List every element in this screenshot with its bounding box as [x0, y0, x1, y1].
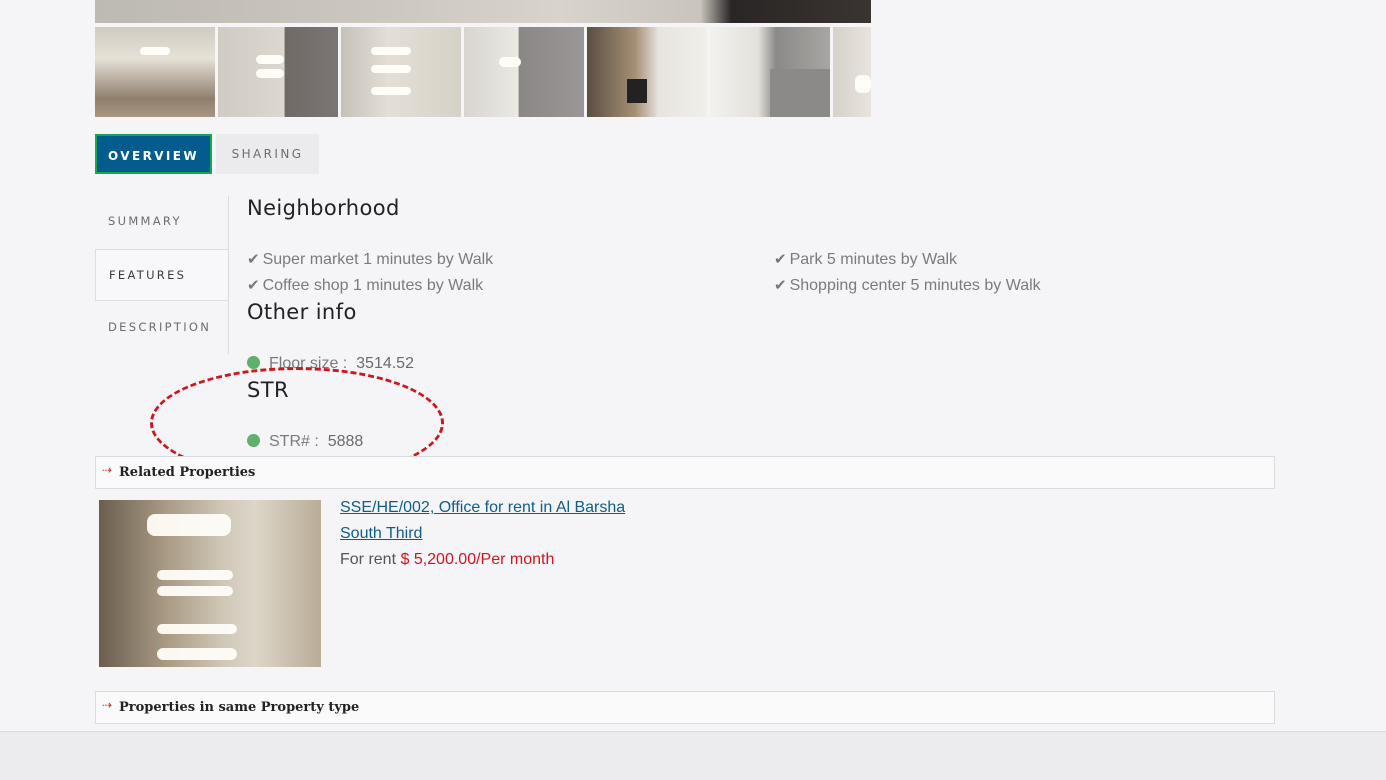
- gallery-thumbnail[interactable]: [341, 27, 461, 117]
- bullet-dot-icon: [247, 356, 260, 369]
- footer-strip: [0, 731, 1386, 780]
- related-properties-title: Related Properties: [119, 465, 256, 480]
- check-icon: ✔: [774, 251, 787, 268]
- side-tabs-divider: [228, 196, 229, 354]
- neighborhood-item-label: Super market 1 minutes by Walk: [262, 251, 494, 268]
- floor-size-row: Floor size : 3514.52: [247, 355, 414, 373]
- related-property-price-line: For rent $ 5,200.00/Per month: [340, 551, 554, 569]
- neighborhood-item: ✔ Shopping center 5 minutes by Walk: [774, 276, 1041, 295]
- thumbnail-strip: [95, 27, 871, 117]
- check-icon: ✔: [247, 277, 260, 294]
- str-row: STR# : 5888: [247, 433, 363, 451]
- neighborhood-item: ✔ Super market 1 minutes by Walk: [247, 250, 493, 269]
- related-property-link[interactable]: SSE/HE/002, Office for rent in Al Barsha: [340, 499, 625, 517]
- same-type-header[interactable]: ⇢ Properties in same Property type: [95, 691, 1275, 724]
- main-property-image: [95, 0, 871, 23]
- neighborhood-item-label: Shopping center 5 minutes by Walk: [789, 277, 1041, 294]
- side-tab-features[interactable]: FEATURES: [95, 249, 228, 301]
- gallery-thumbnail[interactable]: [587, 27, 707, 117]
- other-info-heading: Other info: [247, 300, 357, 324]
- neighborhood-item: ✔ Coffee shop 1 minutes by Walk: [247, 276, 483, 295]
- side-tab-summary[interactable]: SUMMARY: [95, 196, 228, 248]
- neighborhood-heading: Neighborhood: [247, 196, 400, 220]
- side-tab-description[interactable]: DESCRIPTION: [95, 302, 228, 354]
- gallery-thumbnail[interactable]: [464, 27, 584, 117]
- neighborhood-item: ✔ Park 5 minutes by Walk: [774, 250, 957, 269]
- related-property-link-continued[interactable]: South Third: [340, 525, 422, 543]
- related-property-status: For rent: [340, 551, 397, 568]
- related-property-price: $ 5,200.00/Per month: [400, 551, 555, 568]
- tab-overview[interactable]: OVERVIEW: [95, 134, 212, 174]
- related-properties-header[interactable]: ⇢ Related Properties: [95, 456, 1275, 489]
- str-value: 5888: [327, 433, 364, 450]
- gallery-thumbnail[interactable]: [218, 27, 338, 117]
- gallery-thumbnail[interactable]: [710, 27, 830, 117]
- tab-sharing[interactable]: SHARING: [216, 134, 319, 174]
- neighborhood-item-label: Park 5 minutes by Walk: [789, 251, 958, 268]
- str-label: STR# :: [269, 433, 319, 450]
- check-icon: ✔: [247, 251, 260, 268]
- gallery-thumbnail[interactable]: [95, 27, 215, 117]
- floor-size-value: 3514.52: [356, 355, 414, 372]
- neighborhood-item-label: Coffee shop 1 minutes by Walk: [262, 277, 484, 294]
- gallery-thumbnail[interactable]: [833, 27, 871, 117]
- arrow-right-icon: ⇢: [102, 698, 113, 712]
- related-property-image[interactable]: [99, 500, 321, 667]
- floor-size-label: Floor size :: [269, 355, 348, 372]
- same-type-title: Properties in same Property type: [119, 700, 360, 715]
- arrow-right-icon: ⇢: [102, 463, 113, 477]
- str-heading: STR: [247, 378, 289, 402]
- check-icon: ✔: [774, 277, 787, 294]
- bullet-dot-icon: [247, 434, 260, 447]
